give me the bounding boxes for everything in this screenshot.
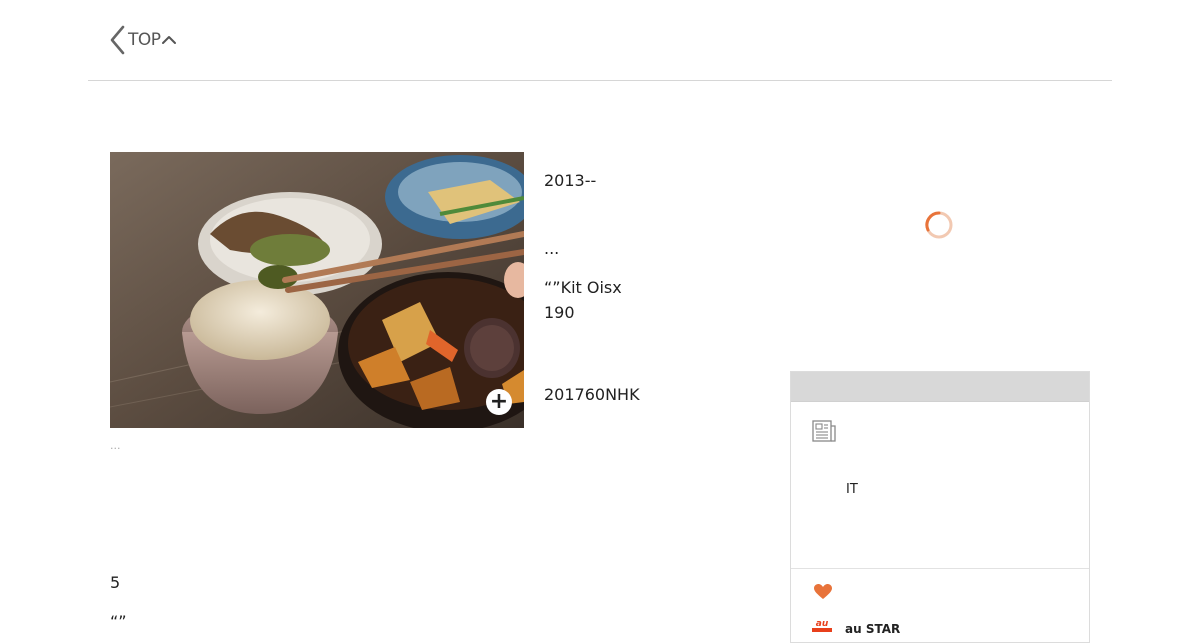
- side-panel: IT au au STAR: [790, 371, 1090, 643]
- photo-caption: ...: [110, 439, 121, 452]
- food-photo-illustration: [110, 152, 524, 428]
- header-divider: [88, 80, 1112, 81]
- article-body-number: 5: [110, 573, 121, 592]
- article-kit-line: “”Kit Oisx: [544, 278, 622, 297]
- back-to-top-link[interactable]: TOP: [108, 24, 177, 56]
- article-date-line: 2013--: [544, 171, 597, 190]
- article-nhk-line: 201760NHK: [544, 385, 640, 404]
- svg-text:au: au: [816, 619, 829, 629]
- loading-spinner-icon: [925, 211, 953, 239]
- article-body-quote: “”: [110, 612, 127, 631]
- newspaper-icon: [812, 420, 836, 442]
- side-panel-header: [791, 372, 1089, 402]
- side-panel-divider: [791, 568, 1089, 569]
- chevron-left-icon: [110, 25, 125, 55]
- article-photo[interactable]: [110, 152, 524, 428]
- chevron-up-icon: [161, 36, 176, 44]
- plus-icon: +: [489, 389, 509, 414]
- article-ellipsis: ...: [544, 239, 560, 258]
- au-star-link[interactable]: au STAR: [845, 622, 900, 636]
- heart-icon: [814, 584, 832, 599]
- article-count-line: 190: [544, 303, 575, 322]
- page-header: TOP: [0, 0, 1200, 81]
- back-link-label: TOP: [128, 30, 161, 50]
- zoom-image-button[interactable]: +: [486, 389, 512, 415]
- side-item-label[interactable]: IT: [846, 482, 858, 497]
